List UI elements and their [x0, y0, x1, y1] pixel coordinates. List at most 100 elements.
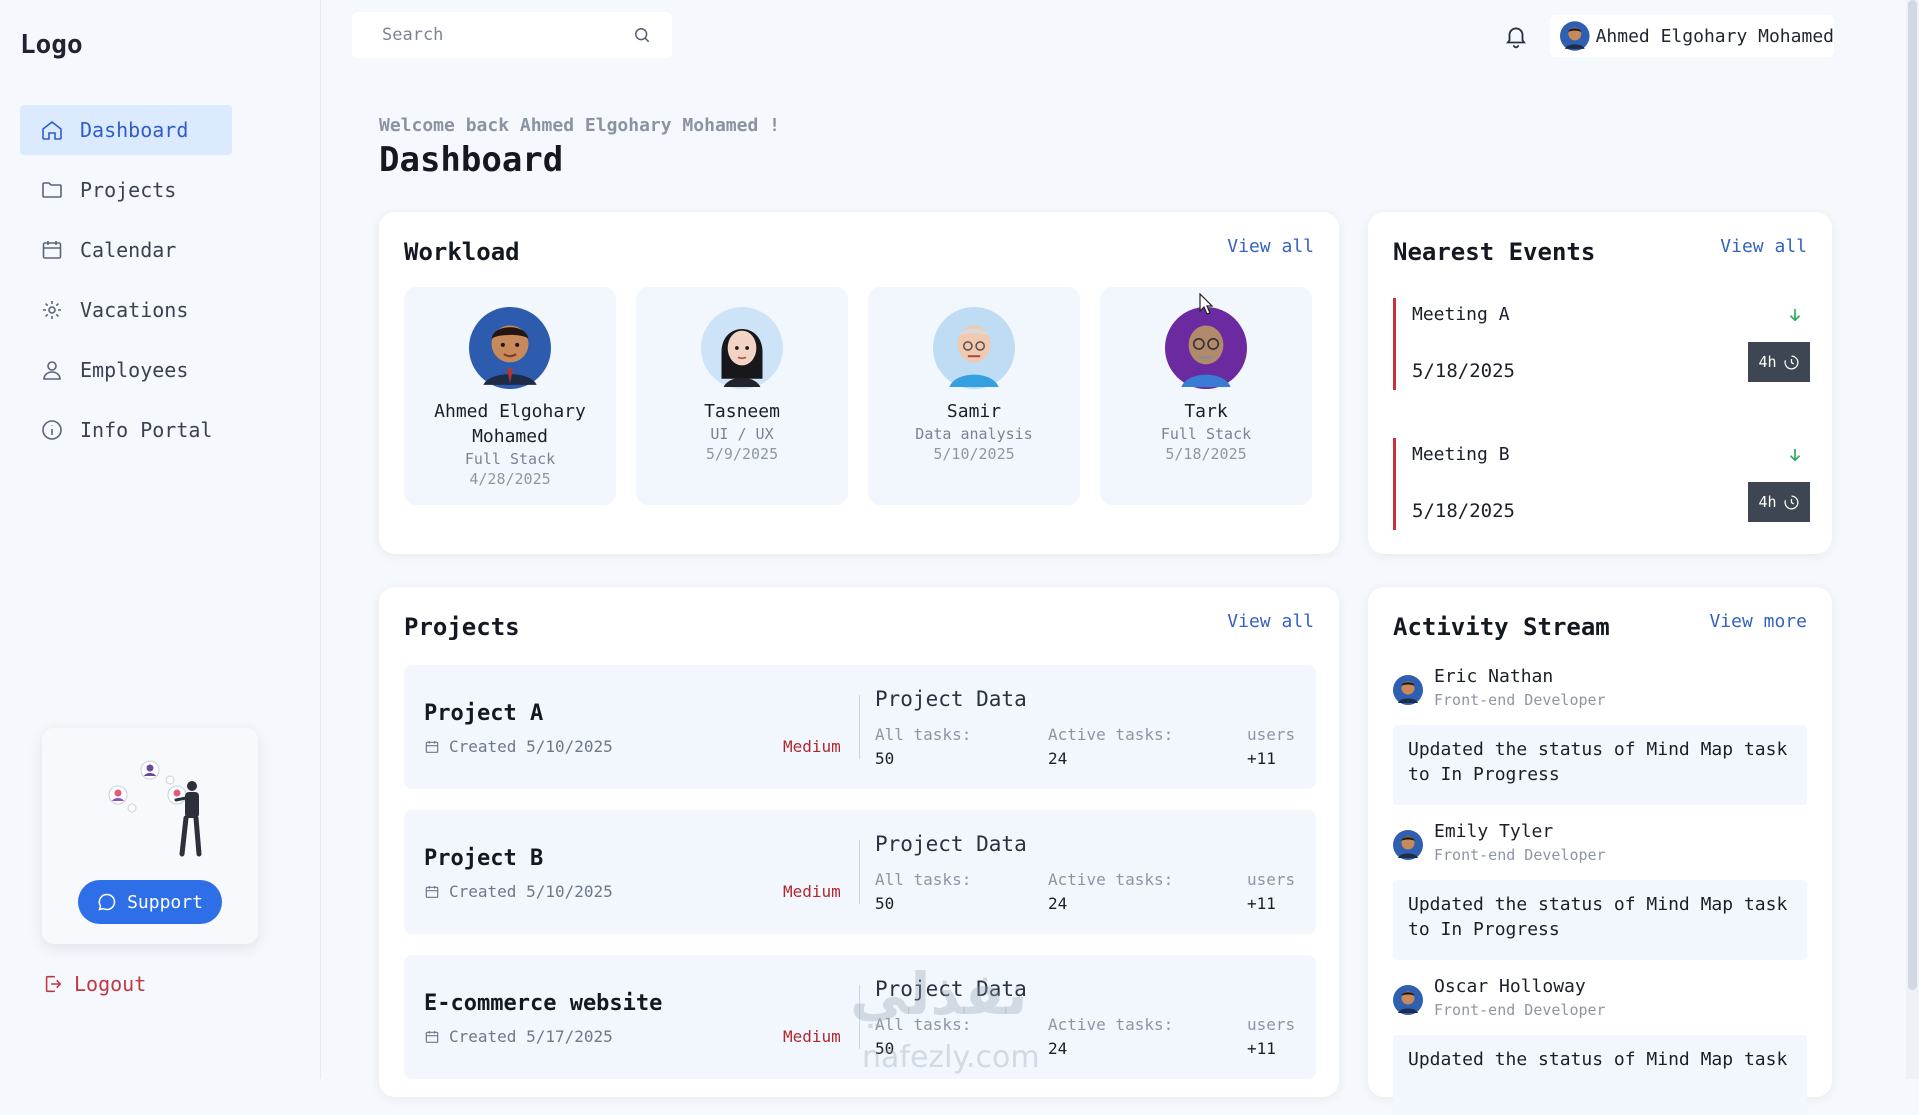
- arrow-down-icon[interactable]: [1786, 306, 1804, 324]
- member-name: Tasneem: [704, 401, 780, 422]
- event-name: Meeting B: [1412, 444, 1510, 465]
- activity-title: Activity Stream: [1393, 613, 1610, 641]
- workload-member[interactable]: Tasneem UI / UX 5/9/2025: [636, 287, 848, 505]
- workload-member[interactable]: Ahmed Elgohary Mohamed Full Stack 4/28/2…: [404, 287, 616, 505]
- all-tasks-label: All tasks:: [875, 725, 972, 744]
- project-name: E-commerce website: [424, 991, 663, 1016]
- avatar: [933, 307, 1015, 389]
- activity-user-name: Emily Tyler: [1434, 821, 1554, 842]
- projects-title: Projects: [404, 613, 520, 641]
- avatar: [1560, 21, 1590, 51]
- home-icon: [42, 120, 62, 140]
- user-menu[interactable]: Ahmed Elgohary Mohamed: [1550, 15, 1834, 57]
- activity-user-role: Front-end Developer: [1434, 846, 1606, 864]
- scrollbar-thumb[interactable]: [1908, 0, 1917, 990]
- divider: [859, 840, 860, 904]
- project-priority: Medium: [783, 882, 841, 901]
- folder-icon: [42, 182, 62, 198]
- event-duration: 4h: [1758, 353, 1777, 371]
- active-tasks-value: 24: [1048, 1039, 1068, 1058]
- project-data-title: Project Data: [875, 687, 1027, 711]
- project-created: Created 5/17/2025: [424, 1027, 613, 1046]
- sidebar-item-vacations[interactable]: Vacations: [20, 285, 232, 335]
- sidebar-item-employees[interactable]: Employees: [20, 345, 232, 395]
- users-value: +11: [1247, 749, 1276, 768]
- logout-label: Logout: [74, 972, 147, 996]
- logout-icon: [45, 975, 62, 993]
- activity-user-name: Oscar Holloway: [1434, 976, 1586, 997]
- search-bar: [352, 12, 672, 58]
- support-label: Support: [127, 891, 203, 913]
- avatar: [469, 307, 551, 389]
- workload-title: Workload: [404, 238, 520, 266]
- logo[interactable]: Logo: [20, 30, 83, 60]
- sidebar-item-calendar[interactable]: Calendar: [20, 225, 232, 275]
- member-date: 5/9/2025: [705, 445, 779, 463]
- bell-icon[interactable]: [1503, 23, 1529, 49]
- activity-user[interactable]: Oscar Holloway Front-end Developer: [1393, 975, 1606, 1021]
- calendar-icon: [425, 1030, 439, 1043]
- users-label: users: [1247, 725, 1296, 744]
- all-tasks-value: 50: [875, 749, 895, 768]
- sidebar-item-label: Vacations: [80, 298, 189, 322]
- users-label: users: [1247, 870, 1296, 889]
- member-date: 5/18/2025: [1165, 445, 1247, 463]
- activity-user-role: Front-end Developer: [1434, 691, 1606, 709]
- activity-message: Updated the status of Mind Map task: [1393, 1035, 1807, 1115]
- divider: [859, 695, 860, 759]
- activity-user-role: Front-end Developer: [1434, 1001, 1606, 1019]
- user-icon: [43, 361, 61, 380]
- sidebar-item-label: Calendar: [80, 238, 177, 262]
- activity-user[interactable]: Eric Nathan Front-end Developer: [1393, 665, 1606, 711]
- mouse-cursor-icon: [1199, 293, 1213, 315]
- active-tasks-label: Active tasks:: [1048, 725, 1174, 744]
- chat-icon: [98, 893, 116, 911]
- arrow-down-icon[interactable]: [1786, 446, 1804, 464]
- project-data-title: Project Data: [875, 832, 1027, 856]
- project-created: Created 5/10/2025: [424, 882, 613, 901]
- event-item[interactable]: Meeting B 5/18/2025 4h: [1393, 438, 1810, 530]
- page-title: Dashboard: [379, 140, 564, 180]
- all-tasks-label: All tasks:: [875, 870, 972, 889]
- sidebar-item-label: Info Portal: [80, 418, 213, 442]
- sidebar-item-projects[interactable]: Projects: [20, 165, 232, 215]
- member-date: 5/10/2025: [933, 445, 1015, 463]
- workload-member[interactable]: Tark Full Stack 5/18/2025: [1100, 287, 1312, 505]
- activity-user[interactable]: Emily Tyler Front-end Developer: [1393, 820, 1606, 866]
- member-name: Tark: [1184, 401, 1228, 422]
- workload-member[interactable]: Samir Data analysis 5/10/2025: [868, 287, 1080, 505]
- activity-view-more-link[interactable]: View more: [1709, 611, 1807, 632]
- logout-button[interactable]: Logout: [42, 972, 146, 996]
- activity-message: Updated the status of Mind Map task to I…: [1393, 880, 1807, 960]
- sidebar-item-label: Projects: [80, 178, 177, 202]
- workload-view-all-link[interactable]: View all: [1227, 236, 1314, 257]
- timer-icon: [1784, 494, 1799, 510]
- activity-card: Activity Stream View more Eric Nathan Fr…: [1368, 587, 1832, 1115]
- project-name: Project B: [424, 846, 544, 871]
- sidebar: Logo Dashboard Projects Calendar Vacatio…: [0, 0, 321, 1079]
- workload-card: Workload View all Ahmed Elgohary Mohamed…: [379, 212, 1339, 554]
- users-label: users: [1247, 1015, 1296, 1034]
- project-created-date: Created 5/10/2025: [449, 882, 613, 901]
- users-value: +11: [1247, 1039, 1276, 1058]
- events-view-all-link[interactable]: View all: [1720, 236, 1807, 257]
- member-date: 4/28/2025: [469, 470, 551, 488]
- search-input[interactable]: [380, 24, 632, 46]
- sidebar-item-info-portal[interactable]: Info Portal: [20, 405, 232, 455]
- project-created-date: Created 5/10/2025: [449, 737, 613, 756]
- projects-view-all-link[interactable]: View all: [1227, 611, 1314, 632]
- project-item[interactable]: Project A Created 5/10/2025 Medium Proje…: [404, 665, 1316, 789]
- users-value: +11: [1247, 894, 1276, 913]
- support-button[interactable]: Support: [78, 880, 222, 924]
- sidebar-item-dashboard[interactable]: Dashboard: [20, 105, 232, 155]
- search-icon[interactable]: [632, 25, 652, 45]
- project-created-date: Created 5/17/2025: [449, 1027, 613, 1046]
- activity-message-text: Updated the status of Mind Map task: [1408, 1049, 1788, 1070]
- event-item[interactable]: Meeting A 5/18/2025 4h: [1393, 298, 1810, 390]
- avatar: [1393, 830, 1423, 860]
- project-priority: Medium: [783, 1027, 841, 1046]
- member-role: Full Stack: [464, 450, 556, 468]
- events-card: Nearest Events View all Meeting A 5/18/2…: [1368, 212, 1832, 554]
- support-illustration: [108, 760, 202, 857]
- project-item[interactable]: Project B Created 5/10/2025 Medium Proje…: [404, 810, 1316, 934]
